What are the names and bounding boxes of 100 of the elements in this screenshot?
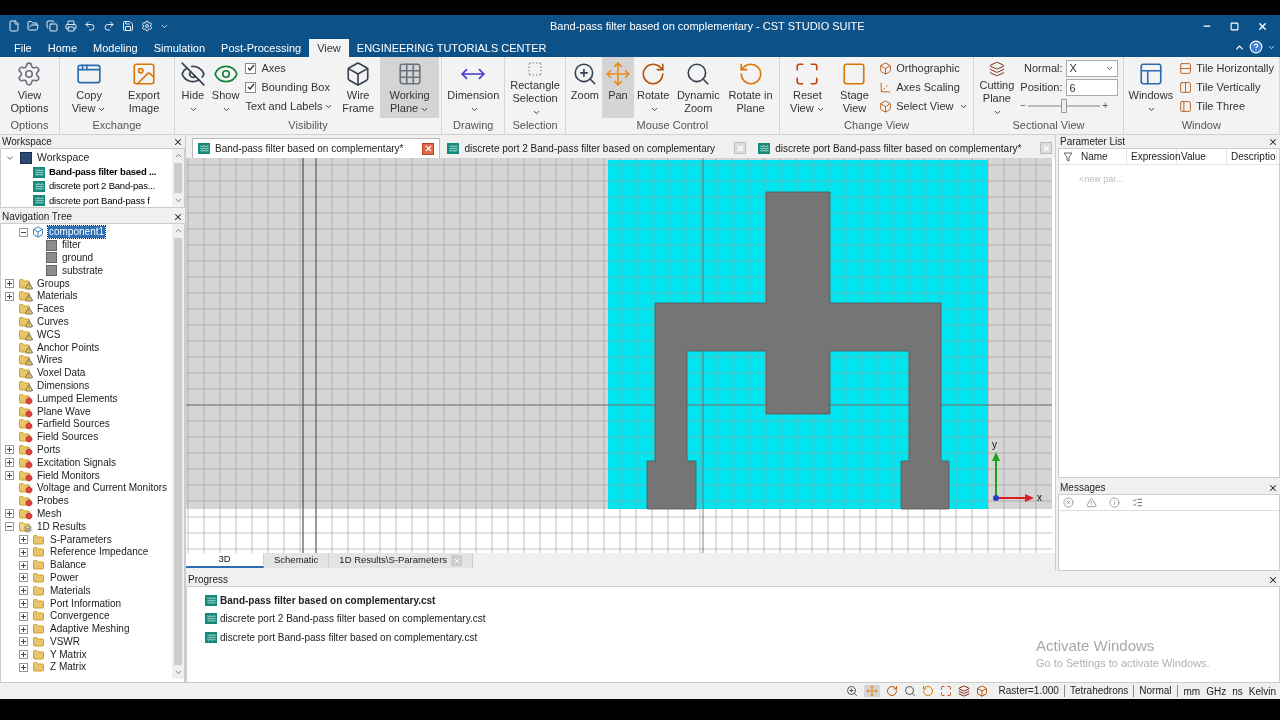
tree-item[interactable]: Ports [36, 443, 62, 456]
ribbon-small-button[interactable]: Tile Vertically [1179, 79, 1274, 95]
slider-thumb[interactable] [1061, 98, 1068, 113]
printer-icon[interactable] [65, 20, 77, 32]
collapse-toggle[interactable] [5, 522, 14, 532]
ribbon-button[interactable]: Working Plane [379, 57, 440, 118]
list-icon[interactable] [1132, 497, 1143, 508]
menu-tab[interactable]: Post-Processing [213, 39, 310, 57]
menu-tab[interactable]: Simulation [145, 39, 214, 57]
ribbon-button[interactable]: Export Image [116, 57, 172, 118]
tree-item[interactable]: Workspace [37, 149, 90, 166]
save-icon[interactable] [122, 20, 134, 32]
scroll-up-icon[interactable] [173, 151, 183, 160]
expand-toggle[interactable] [19, 599, 28, 608]
tree-item[interactable]: Field Monitors [36, 469, 101, 482]
ribbon-button[interactable]: Rotate in Plane [724, 57, 777, 118]
expand-toggle[interactable] [19, 547, 28, 557]
editor-mode-tab[interactable]: Schematic [264, 553, 330, 568]
search-icon[interactable] [903, 685, 916, 697]
ribbon-button[interactable]: Dimension [444, 57, 503, 118]
expand-toggle[interactable] [5, 445, 14, 455]
checkbox[interactable] [245, 81, 257, 93]
tree-item[interactable]: Balance [49, 559, 88, 572]
rotate-icon[interactable] [885, 685, 898, 697]
layers-icon[interactable] [957, 685, 970, 697]
document-tab[interactable]: discrete port 2 Band-pass filter based on complementary [442, 138, 752, 158]
tree-item[interactable]: Convergence [49, 610, 111, 623]
menu-tab[interactable]: File [6, 39, 40, 57]
expand-toggle[interactable] [19, 573, 28, 583]
collapse-toggle[interactable] [19, 227, 28, 237]
tree-item[interactable]: 1D Results [36, 520, 87, 533]
ribbon-button[interactable]: Rectangle Selection [507, 57, 563, 118]
ribbon-button[interactable]: Wire Frame [336, 57, 380, 118]
tree-item[interactable]: component1 [48, 226, 106, 239]
tree-item[interactable]: Excitation Signals [36, 456, 117, 469]
slider-track[interactable] [1028, 98, 1101, 113]
new-file-icon[interactable] [8, 20, 20, 32]
zoom-icon[interactable] [845, 685, 858, 697]
expand-toggle[interactable] [5, 279, 14, 289]
tree-item[interactable]: Port Information [49, 597, 123, 610]
checkbox-option[interactable]: Axes [245, 60, 334, 76]
tree-item[interactable]: Wires [36, 354, 64, 367]
close-tab-icon[interactable] [422, 142, 435, 155]
expand-toggle[interactable] [19, 560, 28, 570]
tree-item[interactable]: discrete port 2 Band-pas... [49, 179, 156, 194]
expand-toggle[interactable] [5, 291, 14, 301]
tree-item[interactable]: Probes [36, 495, 70, 508]
tree-item[interactable]: Mesh [36, 507, 63, 520]
tree-item[interactable]: ground [61, 252, 95, 264]
expand-toggle[interactable] [19, 663, 28, 672]
tree-item[interactable]: Voxel Data [36, 367, 87, 380]
ribbon-button[interactable]: Stage View [832, 57, 877, 118]
menu-tab[interactable]: Modeling [85, 39, 146, 57]
tree-item[interactable]: Curves [36, 315, 70, 328]
expand-toggle[interactable] [5, 509, 14, 519]
tree-item[interactable]: discrete port Band-pass f [49, 193, 150, 207]
expand-icon[interactable] [939, 685, 952, 697]
menu-tab[interactable]: ENGINEERING TUTORIALS CENTER [348, 39, 555, 57]
menu-button[interactable]: Text and Labels [245, 98, 334, 114]
column-header[interactable]: Descriptio [1227, 149, 1277, 164]
tree-item[interactable]: Field Sources [36, 431, 100, 444]
copy-icon[interactable] [46, 20, 58, 32]
scrollbar[interactable] [172, 224, 184, 679]
scroll-down-icon[interactable] [173, 196, 183, 205]
ribbon-small-button[interactable]: Tile Three [1179, 98, 1274, 114]
ribbon-button[interactable]: View Options [2, 57, 57, 118]
ribbon-small-button[interactable]: Orthographic [879, 60, 969, 76]
ribbon-small-button[interactable]: Tile Horizontally [1179, 60, 1274, 76]
checkbox-option[interactable]: Bounding Box [245, 79, 334, 95]
menu-tab[interactable]: View [309, 39, 349, 57]
input-field[interactable]: 6 [1065, 79, 1118, 96]
tree-item[interactable]: Voltage and Current Monitors [36, 482, 169, 495]
tree-item[interactable]: S-Parameters [49, 533, 113, 546]
tree-item[interactable]: Z Matrix [49, 661, 88, 674]
tree-item[interactable]: Farfield Sources [36, 418, 111, 431]
ribbon-button[interactable]: Show [208, 57, 243, 118]
tree-item[interactable]: Materials [49, 584, 92, 597]
close-icon[interactable] [1257, 20, 1268, 32]
column-header[interactable]: Name [1077, 149, 1127, 164]
expand-toggle[interactable] [19, 611, 28, 621]
menu-tab[interactable]: Home [39, 39, 86, 57]
tree-item[interactable]: Adaptive Meshing [49, 623, 131, 636]
restore-icon[interactable] [1230, 21, 1239, 31]
tree-item[interactable]: WCS [36, 328, 62, 341]
ribbon-small-button[interactable]: Axes Scaling [879, 79, 969, 95]
editor-mode-tab[interactable]: 1D Results\S-Parameters [329, 553, 474, 568]
tree-item[interactable]: Dimensions [36, 379, 91, 392]
ribbon-button[interactable]: Cutting Plane [976, 57, 1018, 118]
tree-item[interactable]: Anchor Points [36, 341, 101, 354]
expand-toggle[interactable] [19, 624, 28, 634]
expand-toggle[interactable] [5, 458, 14, 468]
ribbon-button[interactable]: Reset View [781, 57, 833, 118]
expand-toggle[interactable] [5, 471, 14, 481]
close-icon[interactable] [173, 136, 183, 147]
close-icon[interactable] [173, 211, 183, 222]
scroll-down-icon[interactable] [173, 668, 183, 677]
tree-item[interactable]: Band-pass filter based ... [49, 165, 157, 180]
tree-item[interactable]: Reference Impedance [49, 546, 150, 559]
ribbon-button[interactable]: Copy View [61, 57, 117, 118]
tree-item[interactable]: VSWR [49, 635, 81, 648]
